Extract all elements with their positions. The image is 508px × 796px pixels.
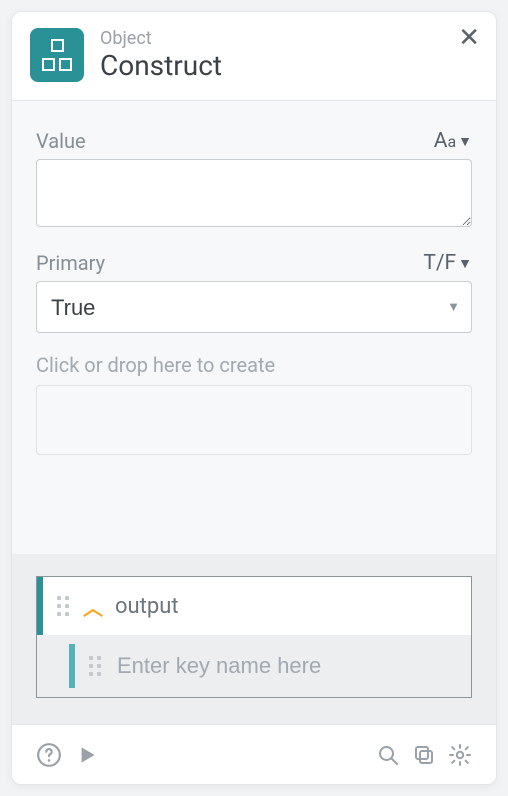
help-button[interactable] <box>30 736 68 774</box>
primary-field: Primary T/F▼ True ▼ <box>36 251 472 333</box>
copy-icon <box>412 743 436 767</box>
value-field: Value Aa▼ <box>36 129 472 231</box>
card-footer <box>12 724 496 784</box>
settings-button[interactable] <box>442 737 478 773</box>
primary-type-selector[interactable]: T/F▼ <box>423 251 472 275</box>
output-section: ︿ output <box>12 554 496 724</box>
drop-label: Click or drop here to create <box>36 353 472 377</box>
output-row[interactable]: ︿ output <box>37 577 471 635</box>
output-box: ︿ output <box>36 576 472 698</box>
gear-icon <box>448 743 472 767</box>
output-label: output <box>115 594 179 619</box>
help-icon <box>36 742 62 768</box>
chevron-up-icon: ︿ <box>83 592 103 621</box>
header-title: Construct <box>100 51 222 82</box>
construct-icon <box>30 28 84 82</box>
object-construct-card: Object Construct ✕ Value Aa▼ Prim <box>11 11 497 785</box>
drag-handle-icon[interactable] <box>89 656 101 676</box>
output-key-row <box>37 635 471 697</box>
close-icon: ✕ <box>458 22 480 52</box>
primary-label: Primary <box>36 251 105 275</box>
copy-button[interactable] <box>406 737 442 773</box>
drag-handle-icon[interactable] <box>57 596 69 616</box>
key-name-input[interactable] <box>115 652 471 680</box>
card-body: Value Aa▼ Primary T/F▼ True <box>12 101 496 554</box>
search-button[interactable] <box>370 737 406 773</box>
chevron-down-icon: ▼ <box>458 255 472 272</box>
value-type-selector[interactable]: Aa▼ <box>434 129 472 153</box>
header-overline: Object <box>100 29 222 49</box>
play-icon <box>74 742 100 768</box>
search-icon <box>376 743 400 767</box>
primary-select[interactable]: True <box>36 281 472 333</box>
run-button[interactable] <box>68 736 106 774</box>
drop-field: Click or drop here to create <box>36 353 472 455</box>
value-label: Value <box>36 129 86 153</box>
close-button[interactable]: ✕ <box>458 24 480 50</box>
drop-zone[interactable] <box>36 385 472 455</box>
card-header: Object Construct ✕ <box>12 12 496 100</box>
value-input[interactable] <box>36 159 472 227</box>
chevron-down-icon: ▼ <box>458 133 472 150</box>
